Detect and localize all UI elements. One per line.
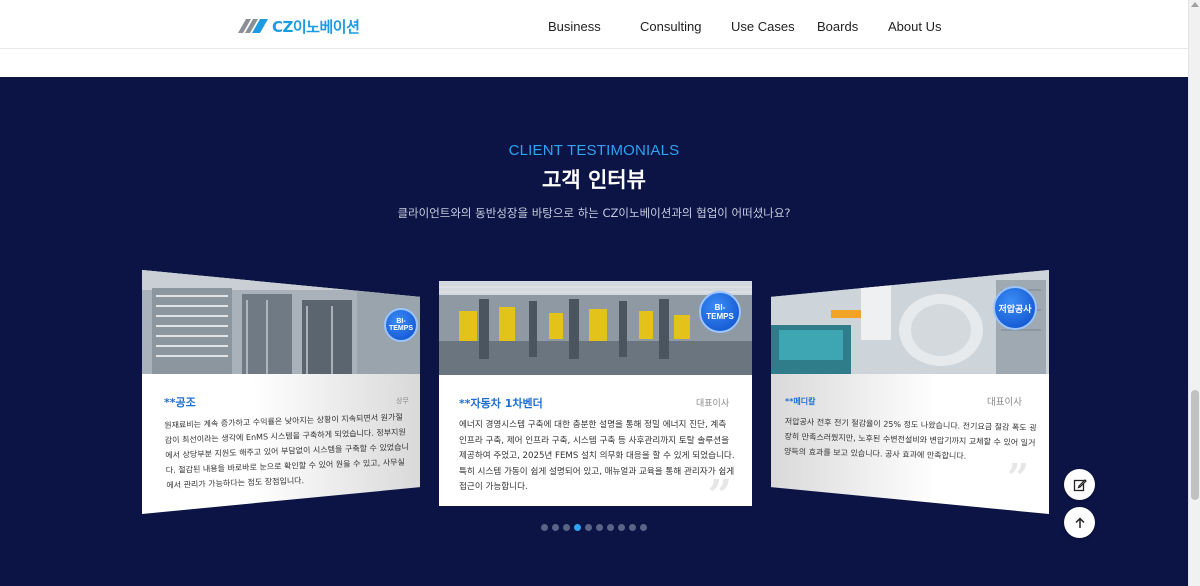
testimonial-text: 원재료비는 계속 증가하고 수익률은 낮아지는 상황이 지속되면서 원가절감이 … [164, 412, 410, 490]
scrollbar-thumb[interactable] [1191, 390, 1199, 500]
pagination-dot-active[interactable] [574, 524, 581, 531]
brand-badge: 저압공사 [993, 286, 1037, 330]
nav-boards[interactable]: Boards [817, 19, 858, 34]
brand-badge: BI-TEMPS [699, 291, 741, 333]
nav-about-us[interactable]: About Us [888, 19, 941, 34]
pagination-dot[interactable] [541, 524, 548, 531]
pagination-dot[interactable] [629, 524, 636, 531]
client-name: **공조 [164, 396, 196, 409]
arrow-up-icon [1074, 516, 1085, 528]
pagination-dot[interactable] [596, 524, 603, 531]
testimonial-text: 에너지 경영시스템 구축에 대한 충분한 설명을 통해 정밀 에너지 진단, 계… [459, 420, 735, 492]
nav-consulting[interactable]: Consulting [640, 19, 701, 34]
pagination-dot[interactable] [563, 524, 570, 531]
pagination-dot[interactable] [607, 524, 614, 531]
edit-icon [1073, 478, 1087, 491]
scroll-up-arrow-icon[interactable] [1191, 2, 1199, 7]
section-eyebrow: CLIENT TESTIMONIALS [508, 142, 680, 159]
edit-button[interactable] [1064, 469, 1095, 500]
scroll-top-button[interactable] [1064, 507, 1095, 538]
testimonial-card-prev[interactable]: BI-TEMPS **공조 상무 원재료비는 계속 증가하고 수익률은 낮아지는… [142, 270, 420, 514]
testimonial-card-next[interactable]: 저압공사 **메디칼 대표이사 저압공사 전후 전기 절감율이 25% 정도 나… [771, 270, 1049, 514]
main-nav: Business Consulting Use Cases Boards Abo… [0, 19, 1188, 39]
pagination-dot[interactable] [618, 524, 625, 531]
section-subtitle: 클라이언트와의 동반성장을 바탕으로 하는 CZ이노베이션과의 협업이 어떠셨나… [397, 206, 791, 220]
client-role: 대표이사 [987, 397, 1022, 408]
testimonial-card-active[interactable]: BI-TEMPS **자동차 1차벤더 대표이사 에너지 경영시스템 구축에 대… [439, 281, 752, 506]
client-role: 상무 [396, 397, 409, 405]
nav-business[interactable]: Business [548, 19, 601, 34]
nav-use-cases[interactable]: Use Cases [731, 19, 795, 34]
carousel-pagination [0, 524, 1188, 531]
client-role: 대표이사 [696, 399, 730, 409]
quote-mark-icon: ” [707, 471, 732, 506]
testimonial-text: 저압공사 전후 전기 절감율이 25% 정도 나왔습니다. 전기요금 절감 폭도… [783, 416, 1037, 461]
pagination-dot[interactable] [585, 524, 592, 531]
client-name: **메디칼 [785, 397, 816, 406]
pagination-dot[interactable] [640, 524, 647, 531]
page-scrollbar[interactable] [1188, 0, 1200, 586]
client-name: **자동차 1차벤더 [459, 397, 543, 410]
brand-badge: BI-TEMPS [384, 308, 418, 342]
site-header: CZ이노베이션 Business Consulting Use Cases Bo… [0, 0, 1188, 49]
quote-mark-icon: ” [1007, 455, 1029, 500]
pagination-dot[interactable] [552, 524, 559, 531]
testimonial-photo: BI-TEMPS [439, 281, 752, 375]
section-title: 고객 인터뷰 [542, 168, 646, 192]
header-spacer [0, 49, 1188, 77]
